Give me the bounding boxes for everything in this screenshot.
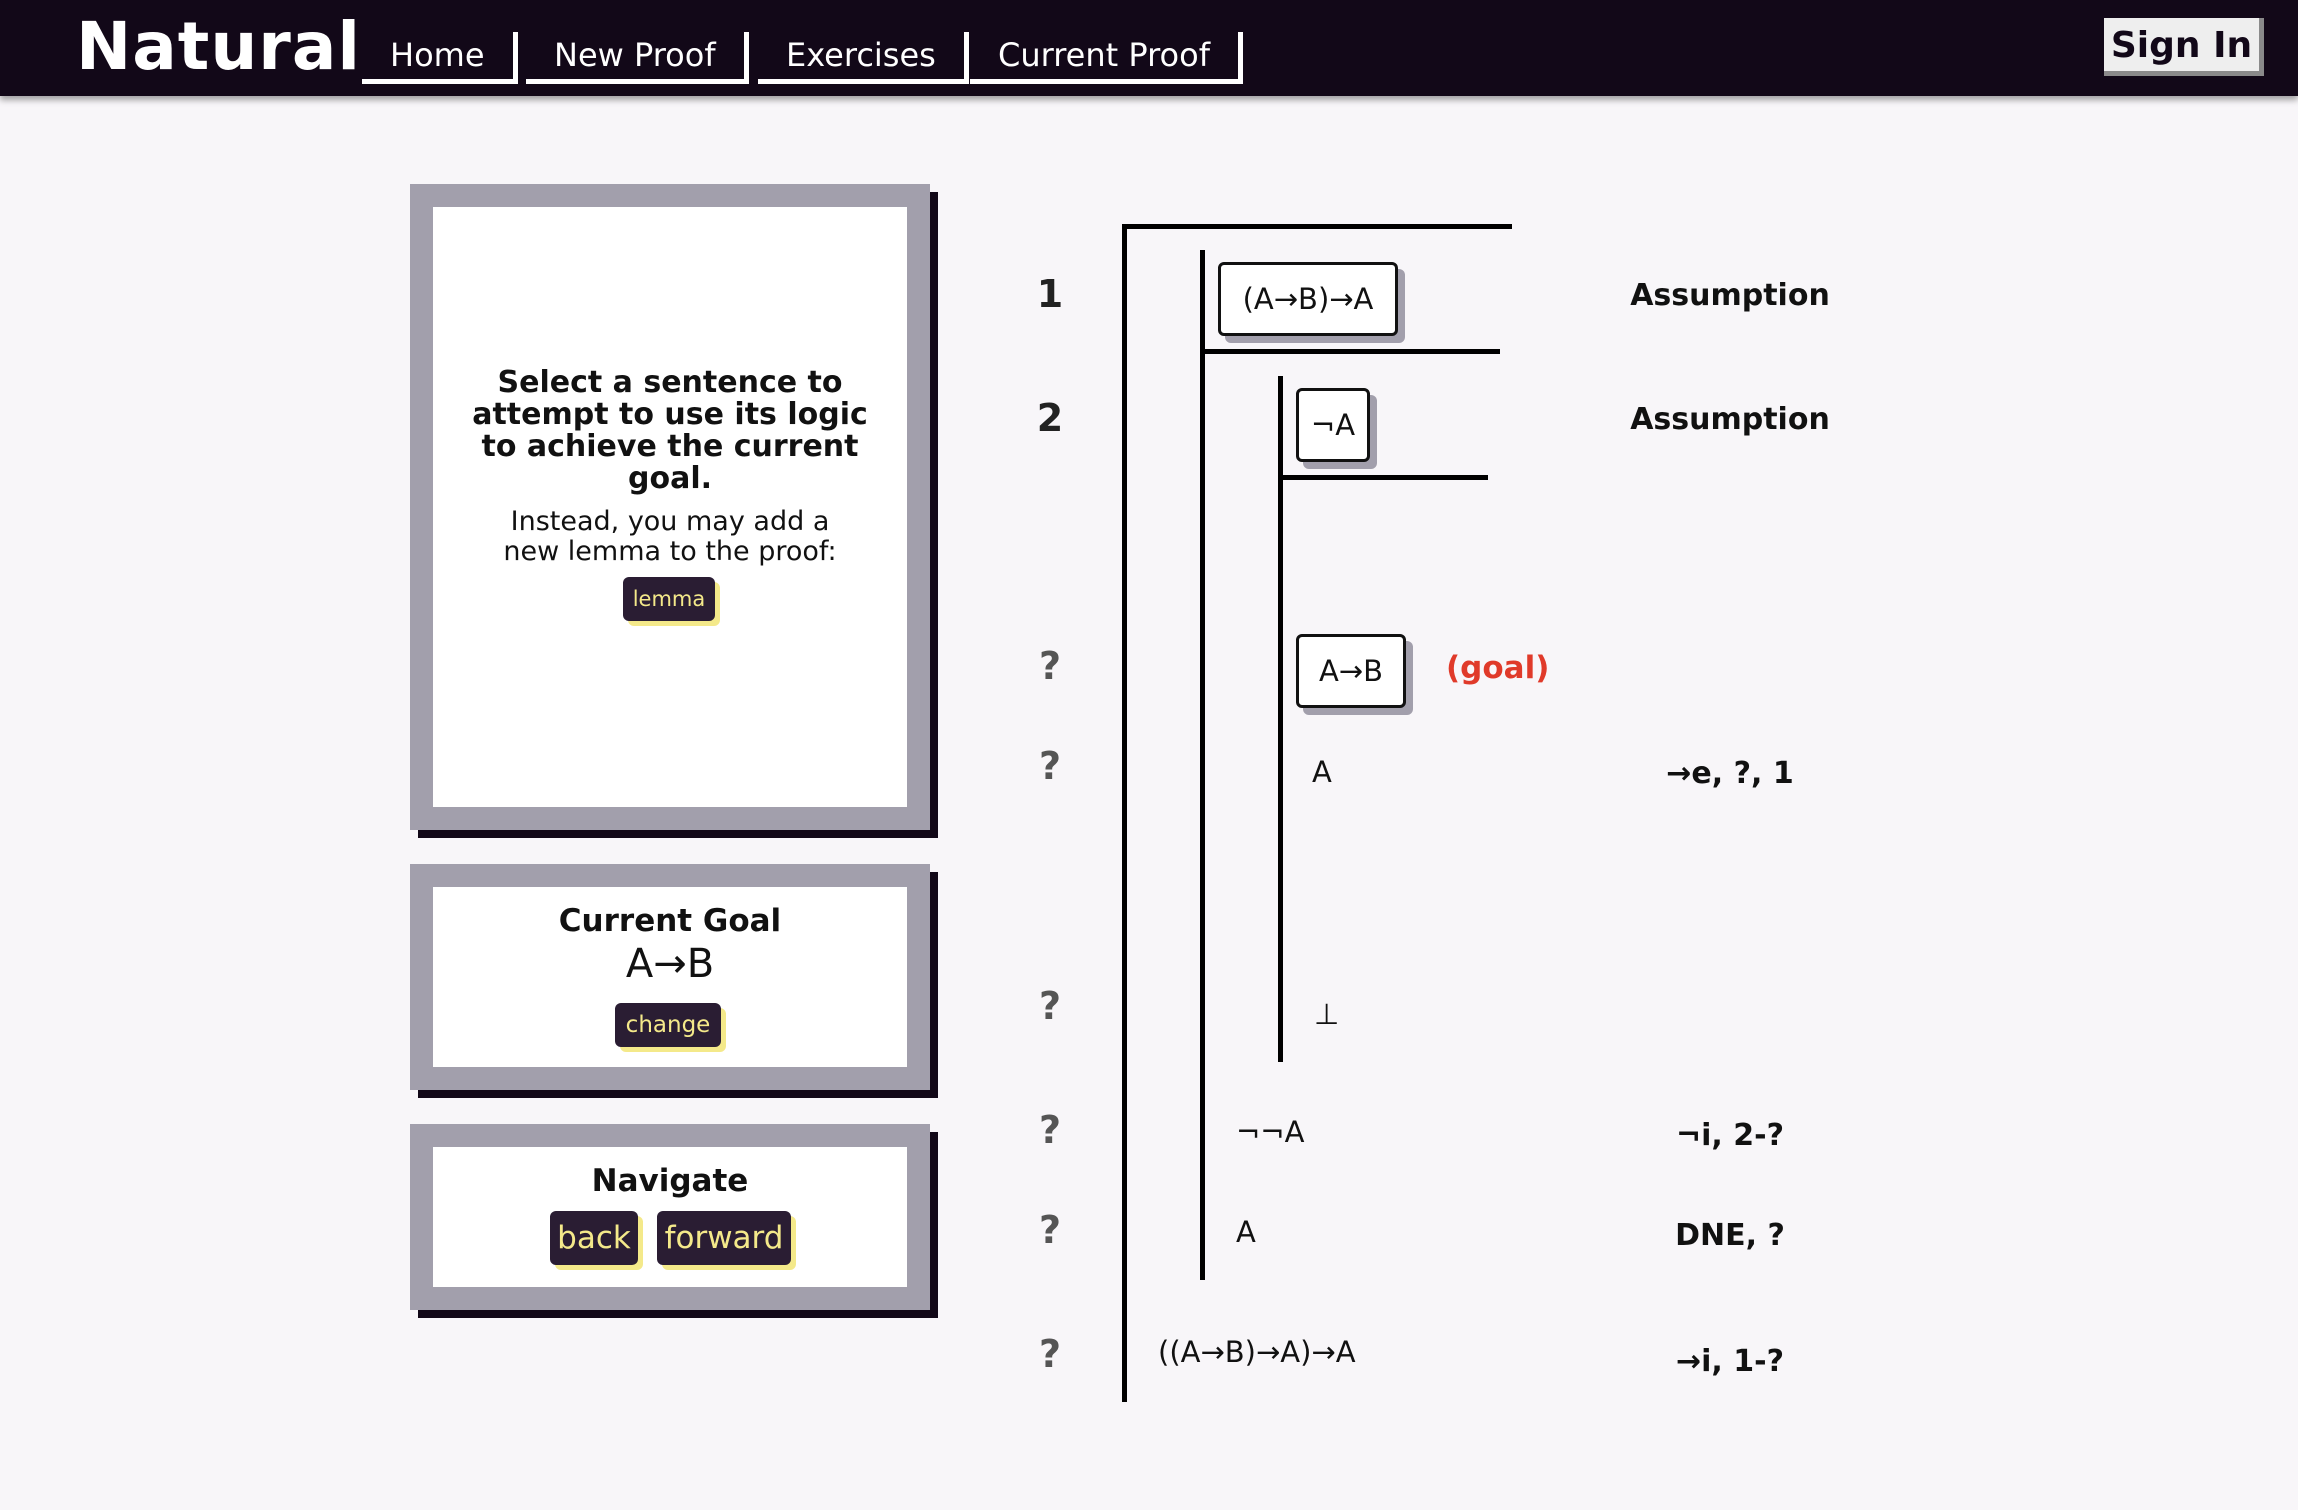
justification: DNE, ? bbox=[1675, 1218, 1785, 1253]
goal-sentence[interactable]: A→B bbox=[1296, 634, 1406, 708]
current-goal-panel: Current Goal A→B change bbox=[410, 864, 930, 1090]
change-goal-button[interactable]: change bbox=[615, 1003, 721, 1047]
goal-tag: (goal) bbox=[1446, 650, 1550, 686]
subproof-1-divider bbox=[1200, 349, 1500, 354]
outer-scope-top bbox=[1122, 224, 1512, 229]
line-number: ? bbox=[1038, 644, 1062, 688]
subproof-2-divider bbox=[1278, 475, 1488, 480]
nav-exercises[interactable]: Exercises bbox=[758, 32, 969, 84]
info-heading: Select a sentence to attempt to use its … bbox=[472, 365, 868, 496]
proof-sentence[interactable]: ((A→B)→A)→A bbox=[1158, 1332, 1356, 1372]
navigate-panel: Navigate back forward bbox=[410, 1124, 930, 1310]
justification: Assumption bbox=[1630, 278, 1830, 313]
current-goal-title: Current Goal bbox=[558, 903, 782, 939]
proof-sentence[interactable]: A bbox=[1312, 752, 1332, 792]
navigate-body: Navigate back forward bbox=[433, 1147, 907, 1287]
back-button[interactable]: back bbox=[550, 1211, 638, 1265]
justification: →e, ?, 1 bbox=[1666, 756, 1794, 791]
line-number: ? bbox=[1038, 1108, 1062, 1152]
nav-home[interactable]: Home bbox=[362, 32, 518, 84]
line-number: ? bbox=[1038, 1208, 1062, 1252]
info-text: Instead, you may add a new lemma to the … bbox=[503, 506, 837, 567]
proof-sentence[interactable]: ⊥ bbox=[1314, 994, 1339, 1034]
justification: →i, 1-? bbox=[1676, 1344, 1784, 1379]
proof-sentence[interactable]: ¬A bbox=[1296, 388, 1370, 462]
navigate-title: Navigate bbox=[591, 1163, 749, 1199]
top-nav-bar: Natural Home New Proof Exercises Current… bbox=[0, 0, 2298, 96]
proof-sentence[interactable]: ¬¬A bbox=[1236, 1112, 1304, 1152]
line-number: 1 bbox=[1036, 272, 1064, 316]
outer-scope-line bbox=[1122, 224, 1127, 1402]
info-panel-body: Select a sentence to attempt to use its … bbox=[433, 207, 907, 807]
current-goal-body: Current Goal A→B change bbox=[433, 887, 907, 1067]
forward-button[interactable]: forward bbox=[657, 1211, 791, 1265]
proof-sentence[interactable]: A bbox=[1236, 1212, 1256, 1252]
brand-logo[interactable]: Natural bbox=[76, 8, 361, 85]
line-number: ? bbox=[1038, 744, 1062, 788]
nav-current-proof[interactable]: Current Proof bbox=[970, 32, 1243, 84]
line-number: ? bbox=[1038, 1332, 1062, 1376]
lemma-button[interactable]: lemma bbox=[623, 577, 715, 621]
justification: Assumption bbox=[1630, 402, 1830, 437]
line-number: 2 bbox=[1036, 396, 1064, 440]
justification: ¬i, 2-? bbox=[1676, 1118, 1784, 1153]
proof-sentence[interactable]: (A→B)→A bbox=[1218, 262, 1398, 336]
nav-new-proof[interactable]: New Proof bbox=[526, 32, 749, 84]
current-goal-formula: A→B bbox=[625, 941, 715, 987]
subproof-1-line bbox=[1200, 250, 1205, 1280]
info-panel: Select a sentence to attempt to use its … bbox=[410, 184, 930, 830]
sign-in-button[interactable]: Sign In bbox=[2104, 18, 2264, 76]
line-number: ? bbox=[1038, 984, 1062, 1028]
